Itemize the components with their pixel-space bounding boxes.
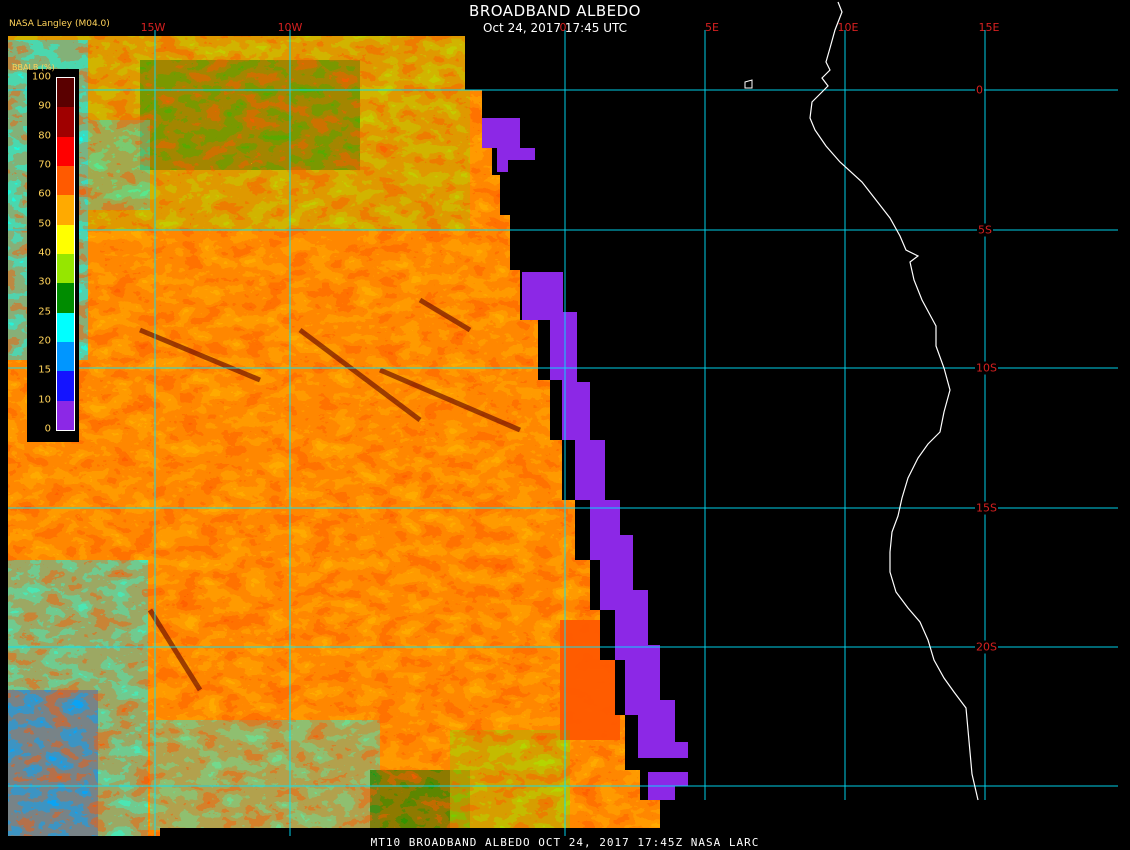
legend-tick-label: 0 — [44, 423, 51, 435]
lon-label-10e: 10E — [837, 21, 859, 34]
legend-tick-label: 60 — [38, 188, 51, 200]
legend-swatch — [57, 195, 74, 226]
lon-label-0: 0 — [559, 21, 567, 34]
legend-tick-label: 70 — [38, 159, 51, 171]
legend-tick-label: 10 — [38, 394, 51, 406]
lon-label-5e: 5E — [705, 21, 719, 34]
lon-label-15e: 15E — [978, 21, 1000, 34]
africa-coastline — [809, 1, 979, 801]
legend-tick-label: 100 — [31, 71, 51, 83]
legend-tick-label: 25 — [38, 306, 51, 318]
cloud-field — [8, 36, 660, 836]
lon-label-15w: 15W — [140, 21, 166, 34]
legend-swatch — [57, 371, 74, 402]
legend-tick-label: 40 — [38, 247, 51, 259]
source-label: NASA Langley (M04.0) — [9, 19, 110, 29]
legend-swatch — [57, 107, 74, 138]
legend-swatch — [57, 136, 74, 167]
color-legend: 100 90 80 70 60 50 40 30 25 20 15 10 0 — [27, 69, 79, 442]
legend-colorbar — [56, 77, 75, 431]
legend-swatch — [57, 166, 74, 196]
legend-tick-label: 80 — [38, 130, 51, 142]
legend-swatch — [57, 78, 74, 108]
legend-swatch — [57, 342, 74, 372]
legend-tick-label: 50 — [38, 218, 51, 230]
image-title: BROADBAND ALBEDO — [469, 2, 641, 20]
lat-label-10s: 10S — [975, 361, 998, 375]
bioko-island — [744, 79, 753, 89]
lat-label-20s: 20S — [975, 640, 998, 654]
lat-label-15s: 15S — [975, 501, 998, 515]
lat-label-5s: 5S — [977, 223, 993, 237]
legend-tick-label: 90 — [38, 100, 51, 112]
legend-swatch — [57, 283, 74, 314]
albedo-map — [8, 1, 1118, 836]
legend-swatch — [57, 224, 74, 255]
lon-label-10w: 10W — [277, 21, 303, 34]
legend-swatch — [57, 254, 74, 284]
legend-ticks: 100 90 80 70 60 50 40 30 25 20 15 10 0 — [27, 69, 53, 442]
legend-swatch — [57, 400, 74, 431]
legend-tick-label: 30 — [38, 276, 51, 288]
legend-tick-label: 20 — [38, 335, 51, 347]
legend-tick-label: 15 — [38, 364, 51, 376]
legend-title: BBALB (%) — [12, 63, 55, 72]
satellite-image-viewer: BROADBAND ALBEDO Oct 24, 2017 17:45 UTC … — [0, 0, 1130, 850]
legend-swatch — [57, 312, 74, 343]
footer-caption: MT10 BROADBAND ALBEDO OCT 24, 2017 17:45… — [370, 836, 760, 849]
lat-label-0: 0 — [975, 83, 984, 97]
